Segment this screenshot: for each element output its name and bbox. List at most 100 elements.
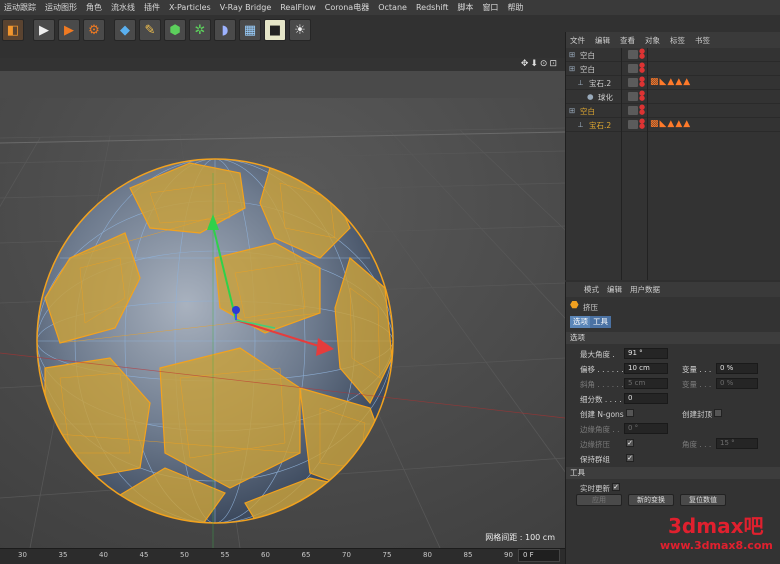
timeline-tick: 30 <box>18 551 27 559</box>
render-picture-viewer-icon[interactable]: ▶ <box>58 19 80 41</box>
menu-item[interactable]: 脚本 <box>457 2 473 13</box>
create-caps-checkbox[interactable] <box>714 409 722 417</box>
menu-item[interactable]: Redshift <box>416 3 448 12</box>
apply-button[interactable]: 应用 <box>576 494 622 506</box>
object-tags[interactable]: ▩◣▲▲▲ <box>650 77 691 87</box>
object-menu-item[interactable]: 文件 <box>570 35 585 46</box>
3d-viewport[interactable]: ✥⬇⊙⊡ 网格间距 : 100 cm <box>0 58 565 548</box>
object-row[interactable]: ⊞ 空白 ● ● <box>566 48 780 62</box>
visibility-dots-icon[interactable]: ● ● <box>639 48 645 60</box>
visibility-dots-icon[interactable]: ● ● <box>639 90 645 102</box>
pen-spline-icon[interactable]: ✎ <box>139 19 161 41</box>
object-name[interactable]: 球化 <box>598 92 613 103</box>
reset-values-button[interactable]: 复位数值 <box>680 494 726 506</box>
layer-icon[interactable] <box>628 64 638 73</box>
object-name[interactable]: 宝石.2 <box>589 78 611 89</box>
menu-item[interactable]: 插件 <box>144 2 160 13</box>
create-caps-label: 创建封顶 <box>682 410 712 419</box>
visibility-dots-icon[interactable]: ● ● <box>639 62 645 74</box>
menu-item[interactable]: 角色 <box>86 2 102 13</box>
sphere-object-icon: ● <box>587 92 594 101</box>
light-icon[interactable]: ☀ <box>289 19 311 41</box>
menu-item[interactable]: 运动图形 <box>45 2 77 13</box>
object-name[interactable]: 空白 <box>580 106 595 117</box>
object-menu-item[interactable]: 对象 <box>645 35 660 46</box>
attribute-menu-item[interactable]: 用户数据 <box>630 284 660 295</box>
section-tool-header: 工具 <box>566 467 780 479</box>
tab-tool[interactable]: 工具 <box>590 316 611 328</box>
visibility-dots-icon[interactable]: ● ● <box>639 76 645 88</box>
object-tags[interactable]: ▩◣▲▲▲ <box>650 119 691 129</box>
deformer-icon[interactable]: ◗ <box>214 19 236 41</box>
object-menu-item[interactable]: 标签 <box>670 35 685 46</box>
attribute-menu-item[interactable]: 模式 <box>584 284 599 295</box>
object-menu-item[interactable]: 书签 <box>695 35 710 46</box>
keep-groups-checkbox[interactable]: ✓ <box>626 454 634 462</box>
menu-item[interactable]: Octane <box>378 3 407 12</box>
current-frame-field[interactable]: 0 F <box>518 549 560 562</box>
viewport-canvas[interactable] <box>0 58 565 548</box>
object-row[interactable]: ● 球化 ● ● <box>566 90 780 104</box>
timeline-tick: 80 <box>423 551 432 559</box>
layer-icon[interactable] <box>628 92 638 101</box>
create-ngons-checkbox[interactable] <box>626 409 634 417</box>
extrude-tool-icon: ⬣ <box>570 300 579 311</box>
viewport-nav-icons[interactable]: ✥⬇⊙⊡ <box>521 59 559 69</box>
object-menu-item[interactable]: 查看 <box>620 35 635 46</box>
create-ngons-label: 创建 N-gons <box>580 410 624 419</box>
camera-icon[interactable]: ■ <box>264 19 286 41</box>
offset-field[interactable]: 10 cm <box>624 363 668 374</box>
object-name[interactable]: 空白 <box>580 50 595 61</box>
layer-icon[interactable] <box>628 106 638 115</box>
object-row[interactable]: ⟂ 宝石.2 ● ● ▩◣▲▲▲ <box>566 76 780 90</box>
realtime-update-checkbox[interactable]: ✓ <box>612 483 620 491</box>
render-settings-icon[interactable]: ⚙ <box>83 19 105 41</box>
timeline[interactable]: 30 35 40 45 50 55 60 65 70 75 80 85 90 <box>0 548 565 564</box>
object-name[interactable]: 宝石.2 <box>589 120 611 131</box>
edge-extrude-checkbox[interactable]: ✓ <box>626 439 634 447</box>
layer-icon[interactable] <box>628 78 638 87</box>
timeline-tick: 70 <box>342 551 351 559</box>
subdivision-icon[interactable]: ⬢ <box>164 19 186 41</box>
subdiv-label: 细分数 . . . . <box>580 395 622 404</box>
object-menu-item[interactable]: 编辑 <box>595 35 610 46</box>
cube-object-icon[interactable]: ◆ <box>114 19 136 41</box>
menu-item[interactable]: V-Ray Bridge <box>220 3 272 12</box>
floor-icon[interactable]: ▦ <box>239 19 261 41</box>
layer-icon[interactable] <box>628 50 638 59</box>
object-name[interactable]: 空白 <box>580 64 595 75</box>
angle-field[interactable]: 15 ° <box>716 438 758 449</box>
object-row[interactable]: ⟂ 宝石.2 ● ● ▩◣▲▲▲ <box>566 118 780 132</box>
visibility-dots-icon[interactable]: ● ● <box>639 104 645 116</box>
render-view-icon[interactable]: ▶ <box>33 19 55 41</box>
timeline-tick: 85 <box>463 551 473 559</box>
variance-field[interactable]: 0 % <box>716 363 758 374</box>
watermark-brand: 3dmax吧 <box>668 514 764 538</box>
object-row[interactable]: ⊞ 空白 ● ● <box>566 62 780 76</box>
variance2-field[interactable]: 0 % <box>716 378 758 389</box>
menu-item[interactable]: 运动跟踪 <box>4 2 36 13</box>
watermark-url: www.3dmax8.com <box>660 539 773 552</box>
attribute-manager-menu: 模式 编辑 用户数据 <box>566 282 780 297</box>
object-row[interactable]: ⊞ 空白 ● ● <box>566 104 780 118</box>
new-transform-button[interactable]: 新的变换 <box>628 494 674 506</box>
bevel-field[interactable]: 5 cm <box>624 378 668 389</box>
menu-item[interactable]: X-Particles <box>169 3 211 12</box>
menu-item[interactable]: 流水线 <box>111 2 135 13</box>
undo-cube-icon[interactable]: ◧ <box>2 19 24 41</box>
bevel-label: 斜角 . . . . . . . <box>580 380 629 389</box>
visibility-dots-icon[interactable]: ● ● <box>639 118 645 130</box>
menu-item[interactable]: 窗口 <box>482 2 498 13</box>
menu-item[interactable]: RealFlow <box>280 3 316 12</box>
menu-item[interactable]: 帮助 <box>507 2 523 13</box>
menu-item[interactable]: Corona电器 <box>325 2 369 13</box>
tab-options[interactable]: 选项 <box>570 316 591 328</box>
subdiv-field[interactable]: 0 <box>624 393 668 404</box>
offset-label: 偏移 . . . . . . . <box>580 365 629 374</box>
layer-icon[interactable] <box>628 120 638 129</box>
attribute-menu-item[interactable]: 编辑 <box>607 284 622 295</box>
max-angle-field[interactable]: 91 ° <box>624 348 668 359</box>
keep-groups-label: 保持群组 <box>580 455 610 464</box>
edge-angle-field[interactable]: 0 ° <box>624 423 668 434</box>
array-icon[interactable]: ✲ <box>189 19 211 41</box>
